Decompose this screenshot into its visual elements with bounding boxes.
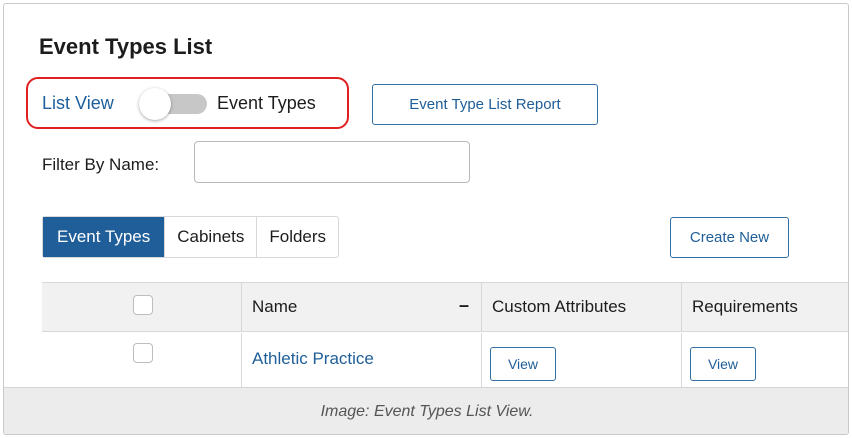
row-requirements-cell: View: [682, 333, 848, 390]
tab-folders[interactable]: Folders: [257, 217, 338, 257]
header-requirements-cell: Requirements: [682, 283, 848, 331]
image-caption: Image: Event Types List View.: [320, 403, 534, 420]
filter-by-name-input[interactable]: [194, 141, 470, 183]
select-all-checkbox[interactable]: [133, 295, 153, 315]
toggle-knob[interactable]: [139, 88, 171, 120]
screenshot-frame: Event Types List List View Event Types E…: [3, 3, 849, 435]
event-types-label[interactable]: Event Types: [217, 93, 316, 114]
tab-group: Event Types Cabinets Folders: [42, 216, 340, 258]
table-row: Athletic Practice View View: [42, 333, 848, 390]
sort-indicator-icon[interactable]: –: [459, 295, 469, 316]
event-types-table: Name – Custom Attributes Requirements At…: [42, 282, 848, 390]
header-name-cell[interactable]: Name –: [242, 283, 482, 331]
filter-label: Filter By Name:: [42, 155, 160, 174]
row-checkbox[interactable]: [133, 343, 153, 363]
header-select-cell: [42, 283, 242, 331]
view-requirements-button[interactable]: View: [690, 347, 756, 381]
view-custom-attributes-button[interactable]: View: [490, 347, 556, 381]
row-name-cell: Athletic Practice: [242, 333, 482, 390]
event-type-list-report-button[interactable]: Event Type List Report: [372, 84, 598, 125]
create-new-button[interactable]: Create New: [670, 217, 789, 258]
tab-cabinets[interactable]: Cabinets: [165, 217, 258, 257]
row-select-cell: [42, 333, 242, 390]
header-custom-attributes-cell: Custom Attributes: [482, 283, 682, 331]
column-header-requirements: Requirements: [692, 297, 798, 316]
table-header: Name – Custom Attributes Requirements: [42, 283, 848, 332]
row-custom-attributes-cell: View: [482, 333, 682, 390]
page-title: Event Types List: [39, 34, 213, 59]
caption-bar: Image: Event Types List View.: [4, 387, 848, 434]
tab-event-types[interactable]: Event Types: [43, 217, 166, 257]
event-type-name-link[interactable]: Athletic Practice: [252, 349, 374, 369]
list-view-label[interactable]: List View: [42, 93, 114, 114]
column-header-custom-attributes: Custom Attributes: [492, 297, 627, 316]
column-header-name[interactable]: Name: [252, 297, 297, 317]
view-toggle-switch[interactable]: [139, 88, 207, 120]
